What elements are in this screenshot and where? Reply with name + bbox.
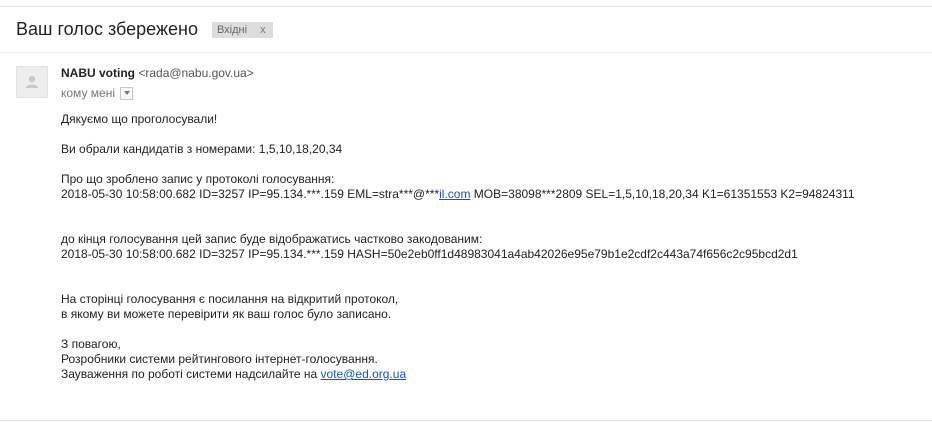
recipient-line: кому мені — [61, 86, 133, 100]
subject-row: Ваш голос збережено Вхідні x — [16, 18, 273, 40]
sender-line: NABU voting <rada@nabu.gov.ua> — [61, 66, 254, 80]
sender-email: <rada@nabu.gov.ua> — [138, 66, 254, 80]
record-intro-text: Про що зроблено запис у протоколі голосу… — [61, 172, 335, 186]
feedback-email-link[interactable]: vote@ed.org.ua — [321, 367, 407, 381]
subject-divider — [0, 52, 932, 53]
regards-text: З повагою, — [61, 337, 121, 351]
chevron-down-icon — [123, 91, 130, 95]
person-icon — [26, 75, 38, 88]
email-subject: Ваш голос збережено — [16, 18, 198, 39]
message-body: Дякуємо що проголосували! Ви обрали канд… — [61, 112, 921, 382]
team-text: Розробники системи рейтингового інтернет… — [61, 352, 378, 366]
recipient-text: кому мені — [61, 86, 115, 100]
top-divider — [0, 6, 932, 7]
show-details-button[interactable] — [120, 86, 133, 100]
sender-name[interactable]: NABU voting — [61, 66, 135, 80]
thanks-text: Дякуємо що проголосували! — [61, 112, 218, 126]
feedback-line: Зауваження по роботі системи надсилайте … — [61, 367, 921, 382]
record-email-link[interactable]: il.com — [439, 187, 470, 201]
email-view: Ваш голос збережено Вхідні x NABU voting… — [0, 0, 932, 423]
record-line-prefix: 2018-05-30 10:58:00.682 ID=3257 IP=95.13… — [61, 187, 440, 201]
label-chip-text[interactable]: Вхідні — [217, 24, 253, 36]
bottom-divider — [0, 420, 932, 421]
record-line-suffix: MOB=38098***2809 SEL=1,5,10,18,20,34 K1=… — [470, 187, 855, 201]
inbox-label-chip[interactable]: Вхідні x — [211, 22, 273, 38]
feedback-prefix: Зауваження по роботі системи надсилайте … — [61, 367, 321, 381]
encoded-intro-text: до кінця голосування цей запис буде відо… — [61, 232, 483, 246]
candidates-text: Ви обрали кандидатів з номерами: 1,5,10,… — [61, 142, 343, 156]
sender-avatar[interactable] — [16, 66, 48, 98]
protocol-text-line2: в якому ви можете перевірити як ваш голо… — [61, 307, 392, 321]
remove-label-button[interactable]: x — [253, 22, 273, 38]
record-line: 2018-05-30 10:58:00.682 ID=3257 IP=95.13… — [61, 187, 921, 202]
protocol-text-line1: На сторінці голосування є посилання на в… — [61, 292, 399, 306]
encoded-line: 2018-05-30 10:58:00.682 ID=3257 IP=95.13… — [61, 247, 798, 261]
